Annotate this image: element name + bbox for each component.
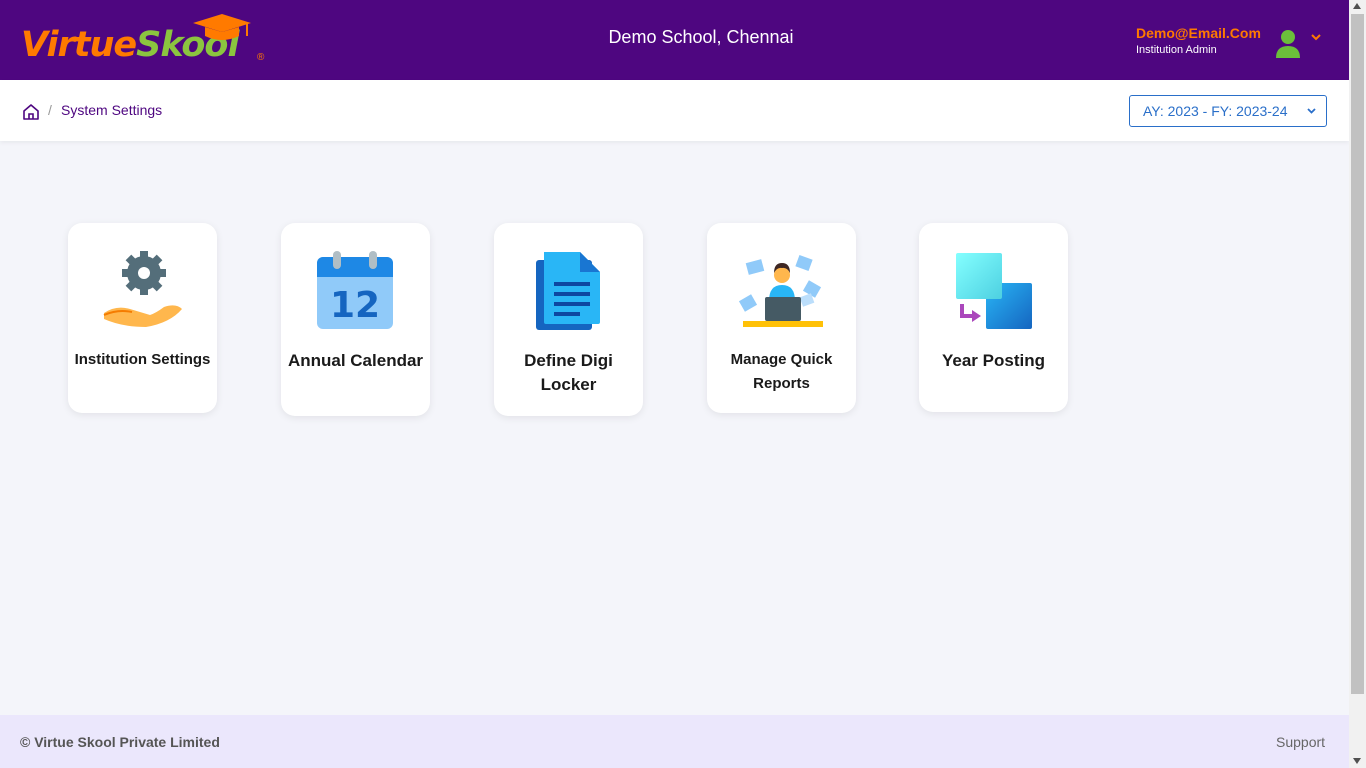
academic-year-value: AY: 2023 - FY: 2023-24 [1143,103,1288,119]
card-label: Institution Settings [74,351,211,368]
card-annual-calendar[interactable]: 12 Annual Calendar [281,223,430,416]
year-posting-icon [956,253,1032,329]
home-icon[interactable] [22,103,40,121]
copyright-text: © Virtue Skool Private Limited [20,734,220,750]
card-label: Define Digi Locker [524,351,613,394]
user-email: Demo@Email.Com [1136,25,1261,41]
virtueskool-logo[interactable]: VirtueSkool ® [21,14,271,70]
card-define-digi-locker[interactable]: Define Digi Locker [494,223,643,416]
card-manage-quick-reports[interactable]: Manage Quick Reports [707,223,856,413]
breadcrumb-separator: / [48,102,52,118]
card-label: Year Posting [942,351,1045,370]
academic-year-select[interactable]: AY: 2023 - FY: 2023-24 [1129,95,1327,127]
card-label: Annual Calendar [287,351,424,370]
card-label: Manage Quick Reports [730,351,833,392]
scroll-down-arrow-icon[interactable] [1352,757,1362,765]
registered-mark: ® [257,52,265,63]
school-name: Demo School, Chennai [608,27,794,47]
graduation-cap-icon [193,14,251,40]
card-year-posting[interactable]: Year Posting [919,223,1068,412]
gear-hand-icon [103,251,182,327]
document-icon [536,252,600,330]
breadcrumb-current: System Settings [61,102,163,118]
chevron-down-icon [1307,108,1316,114]
user-role: Institution Admin [1136,44,1217,56]
reports-person-icon [739,254,823,327]
scrollbar-thumb[interactable] [1351,14,1364,694]
calendar-day-text: 12 [330,285,380,326]
user-menu-chevron-icon[interactable] [1309,30,1323,44]
card-institution-settings[interactable]: Institution Settings [68,223,217,413]
user-avatar-icon[interactable] [1274,28,1302,58]
scroll-up-arrow-icon[interactable] [1352,2,1362,10]
support-link[interactable]: Support [1276,734,1325,750]
calendar-icon: 12 [317,251,393,329]
